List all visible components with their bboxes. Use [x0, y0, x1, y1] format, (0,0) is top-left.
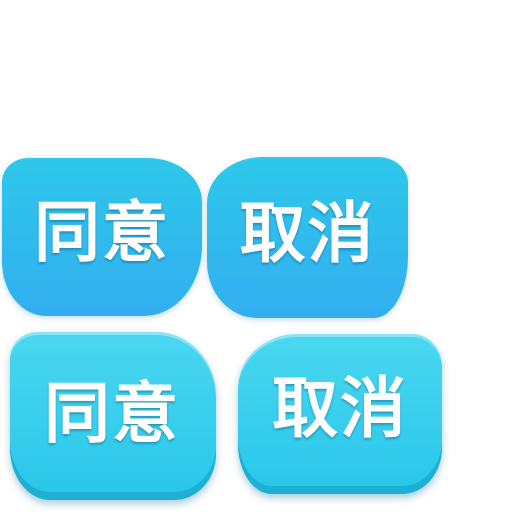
agree-button-flat[interactable]: 同意	[2, 158, 202, 316]
cancel-button-flat[interactable]: 取消	[207, 157, 408, 318]
button-sprite-canvas: 同意 取消 同意 取消	[0, 0, 512, 512]
agree-button-raised[interactable]: 同意	[10, 332, 216, 500]
cancel-button-raised[interactable]: 取消	[238, 334, 442, 494]
cancel-button-label: 取消	[272, 370, 408, 447]
cancel-button-label: 取消	[239, 194, 376, 272]
agree-button-label: 同意	[34, 194, 170, 271]
agree-button-label: 同意	[44, 375, 180, 452]
